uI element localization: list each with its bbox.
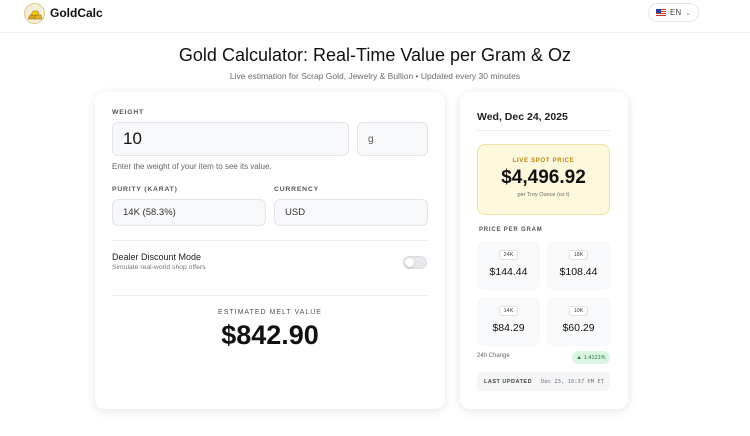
spot-price-unit: per Troy Ounce (oz t) <box>517 192 570 198</box>
us-flag-icon <box>656 9 666 16</box>
change-value: 1.4121% <box>583 354 606 361</box>
karat-badge: 14K <box>498 306 519 316</box>
toggle-knob <box>405 258 414 267</box>
karat-tile-24k: 24K $144.44 <box>477 241 540 290</box>
spot-price-panel: LIVE SPOT PRICE $4,496.92 per Troy Ounce… <box>477 144 610 215</box>
calculator-card: WEIGHT 10 g Enter the weight of your ite… <box>95 92 445 409</box>
purity-label: PURITY (KARAT) <box>112 186 178 193</box>
karat-tile-14k: 14K $84.29 <box>477 297 540 346</box>
currency-value: USD <box>285 207 306 218</box>
weight-label: WEIGHT <box>112 109 144 116</box>
weight-value: 10 <box>123 129 142 148</box>
page-title: Gold Calculator: Real-Time Value per Gra… <box>178 45 572 65</box>
karat-price: $60.29 <box>562 322 595 334</box>
last-updated-box: LAST UPDATED Dec 23, 10:37 PM ET <box>477 372 610 391</box>
language-selector[interactable]: EN ⌄ <box>648 3 699 22</box>
purity-value: 14K (58.3%) <box>123 207 176 218</box>
top-header: GoldCalc EN ⌄ <box>0 0 750 33</box>
purity-select[interactable]: 14K (58.3%) <box>112 199 266 226</box>
divider <box>112 295 428 296</box>
spot-price-value: $4,496.92 <box>501 167 586 188</box>
karat-tile-10k: 10K $60.29 <box>547 297 610 346</box>
current-date: Wed, Dec 24, 2025 <box>477 111 568 123</box>
change-badge: ▲ 1.4121% <box>572 351 610 364</box>
language-label: EN <box>670 8 682 17</box>
currency-select[interactable]: USD <box>274 199 428 226</box>
divider <box>112 240 428 241</box>
currency-label: CURRENCY <box>274 186 319 193</box>
dealer-mode-title: Dealer Discount Mode <box>112 252 202 262</box>
dealer-discount-toggle[interactable] <box>403 256 427 269</box>
weight-input[interactable]: 10 <box>112 122 349 156</box>
karat-price: $84.29 <box>492 322 525 334</box>
up-triangle-icon: ▲ <box>576 354 582 361</box>
brand-name[interactable]: GoldCalc <box>50 6 103 20</box>
page-subtitle: Live estimation for Scrap Gold, Jewelry … <box>229 71 521 81</box>
change-label: 24h Change <box>477 353 510 359</box>
spot-price-label: LIVE SPOT PRICE <box>512 158 575 164</box>
karat-tile-18k: 18K $108.44 <box>547 241 610 290</box>
weight-hint: Enter the weight of your item to see its… <box>112 162 272 171</box>
karat-badge: 10K <box>568 306 589 316</box>
karat-price: $144.44 <box>489 266 528 278</box>
last-updated-label: LAST UPDATED <box>484 378 533 385</box>
karat-badge: 18K <box>568 250 589 260</box>
unit-value: g <box>368 133 374 145</box>
result-label: ESTIMATED MELT VALUE <box>218 309 322 316</box>
unit-select[interactable]: g <box>357 122 428 156</box>
result-value: $842.90 <box>221 320 319 350</box>
price-per-gram-label: PRICE PER GRAM <box>479 227 543 233</box>
divider <box>477 130 610 131</box>
price-sidebar-card: Wed, Dec 24, 2025 LIVE SPOT PRICE $4,496… <box>460 92 628 409</box>
chevron-down-icon: ⌄ <box>685 9 691 17</box>
last-updated-value: Dec 23, 10:37 PM ET <box>541 378 604 385</box>
gold-bars-logo-icon[interactable] <box>24 3 45 24</box>
dealer-mode-subtitle: Simulate real-world shop offers <box>112 264 206 271</box>
karat-badge: 24K <box>498 250 519 260</box>
karat-price: $108.44 <box>559 266 598 278</box>
